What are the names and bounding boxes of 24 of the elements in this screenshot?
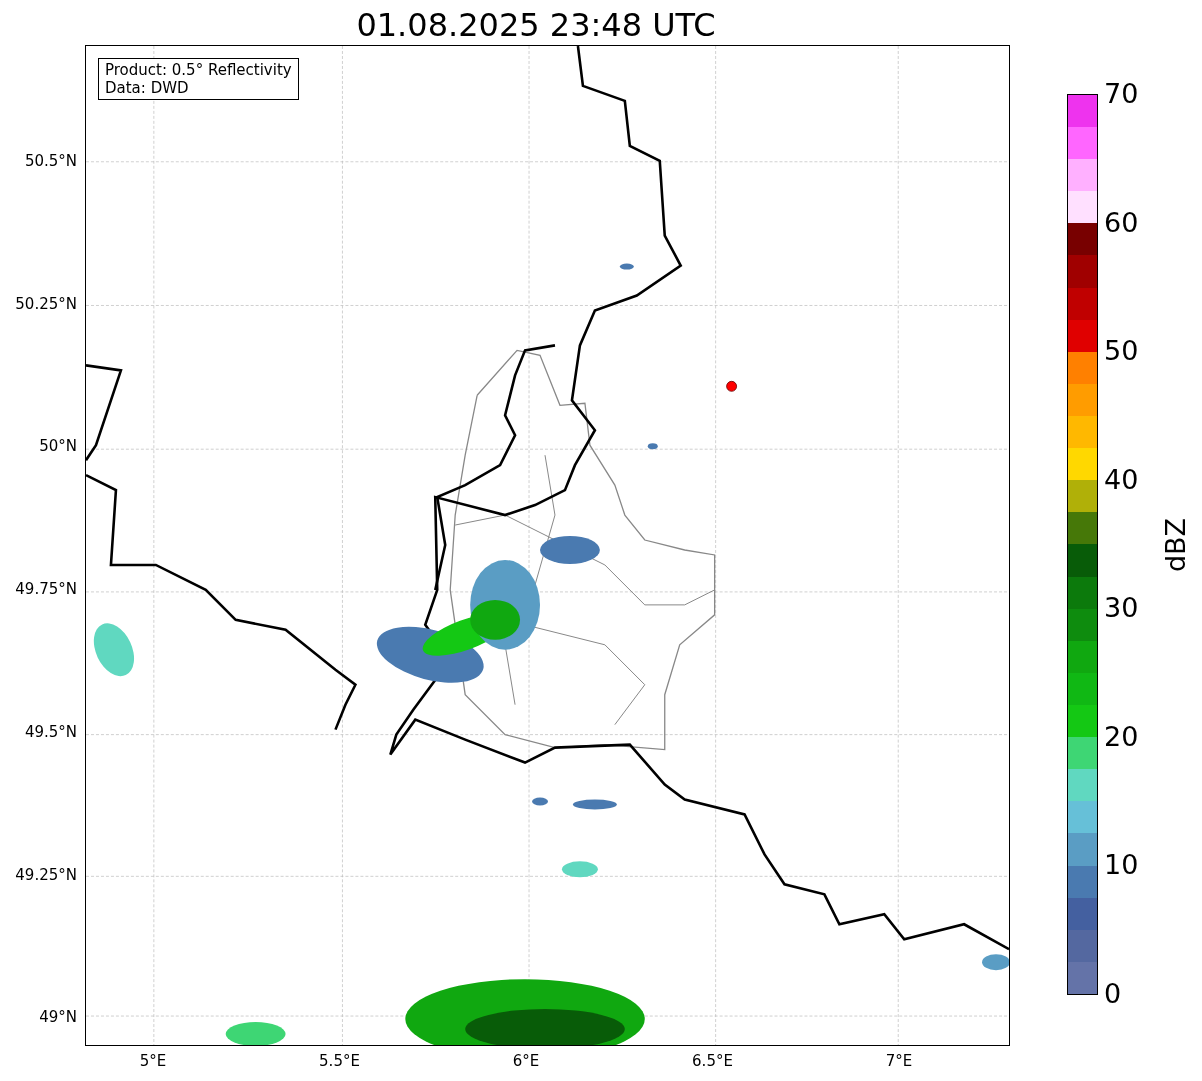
longitude-label: 5.5°E xyxy=(319,1052,360,1070)
colorbar-tick-label: 50 xyxy=(1104,336,1139,367)
latitude-label: 50.5°N xyxy=(24,152,77,170)
info-text: Product: 0.5° Reflectivity xyxy=(105,61,292,79)
chart-title: 01.08.2025 23:48 UTC xyxy=(356,5,716,45)
colorbar-tick-label: 10 xyxy=(1104,850,1139,881)
colorbar-tick-label: 70 xyxy=(1104,79,1139,109)
colorbar-tick-label: 0 xyxy=(1104,979,1122,1009)
colorbar-tick-label: 40 xyxy=(1104,464,1139,495)
longitude-label: 7°E xyxy=(885,1052,913,1070)
colorbar-label: dBZ xyxy=(1161,517,1191,572)
latitude-label: 49.25°N xyxy=(15,865,77,884)
colorbar-tick-label: 20 xyxy=(1104,721,1139,752)
colorbar-tick-label: 30 xyxy=(1104,593,1139,624)
longitude-label: 6.5°E xyxy=(692,1052,733,1070)
latitude-label: 49°N xyxy=(39,1008,77,1027)
latitude-label: 50.25°N xyxy=(15,294,77,313)
longitude-label: 6°E xyxy=(512,1052,540,1070)
colorbar-tick-label: 60 xyxy=(1104,207,1139,238)
latitude-label: 49.75°N xyxy=(15,580,77,599)
latitude-label: 49.5°N xyxy=(24,722,77,741)
latitude-label: 50°N xyxy=(39,437,77,456)
info-text: Data: DWD xyxy=(105,79,190,97)
longitude-label: 5°E xyxy=(139,1052,167,1070)
